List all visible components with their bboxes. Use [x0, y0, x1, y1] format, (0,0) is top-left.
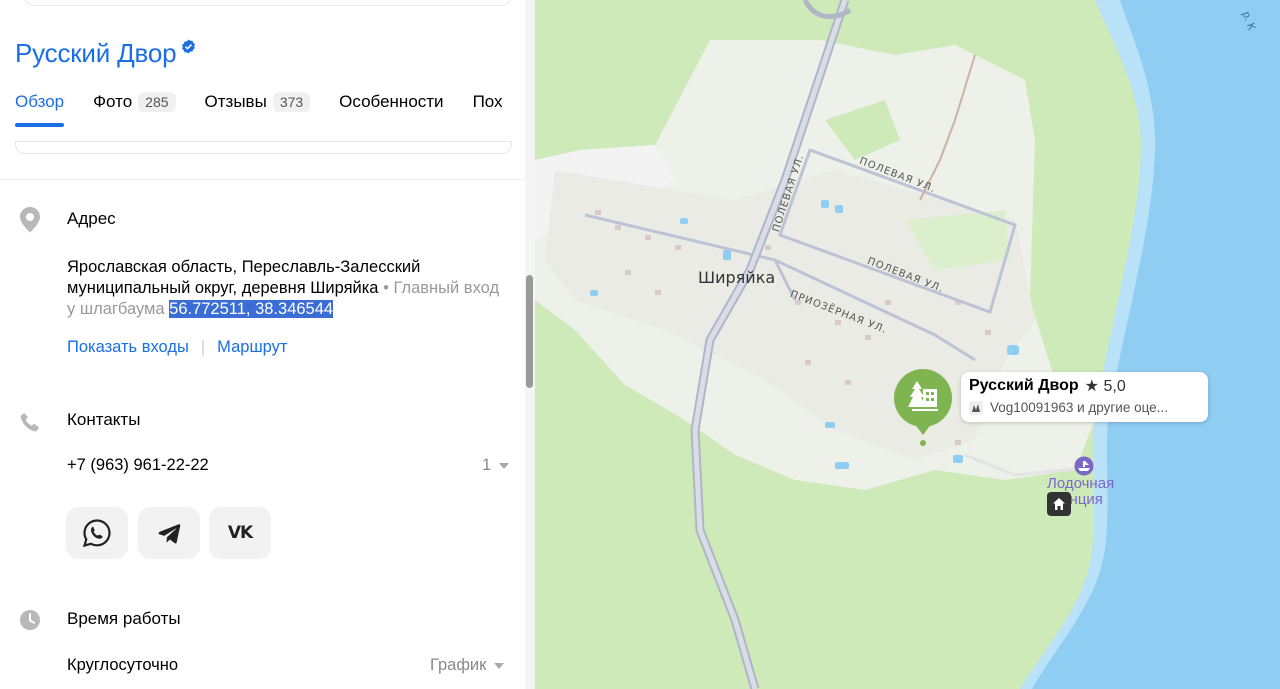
route-link[interactable]: Маршрут — [217, 338, 287, 357]
tab-label: Пох — [472, 92, 503, 111]
map-view[interactable]: Ширяйка ПОЛЕВАЯ УЛ. ПОЛЕВАЯ УЛ. ПОЛЕВАЯ … — [535, 0, 1280, 689]
whatsapp-icon — [82, 519, 111, 548]
phone-number[interactable]: +7 (963) 961-22-22 — [67, 456, 209, 475]
poi-review-text: Vog10091963 и другие оце... — [990, 400, 1168, 415]
tab-label: Обзор — [15, 92, 65, 111]
tab-reviews[interactable]: Отзывы 373 — [205, 92, 311, 132]
vk-icon: VK — [227, 523, 253, 543]
tab-label: Отзывы — [204, 92, 267, 111]
location-pin-icon — [20, 207, 40, 233]
poi-name: Русский Двор — [969, 377, 1079, 394]
village-label: Ширяйка — [698, 268, 776, 287]
title-row: Русский Двор — [15, 38, 196, 69]
chevron-down-icon — [499, 462, 510, 469]
poi-review-row: Vog10091963 и другие оце... — [969, 400, 1168, 415]
boat-station-icon[interactable] — [1074, 456, 1094, 476]
section-divider — [0, 179, 525, 180]
telegram-button[interactable] — [138, 507, 200, 559]
chevron-down-icon — [494, 662, 505, 669]
place-panel: Русский Двор Обзор Фото 285 Отзывы 373 О… — [0, 0, 535, 689]
map-canvas — [535, 0, 1280, 689]
whatsapp-button[interactable] — [66, 507, 128, 559]
coordinates[interactable]: 56.772511, 38.346544 — [169, 300, 334, 318]
phone-count: 1 — [482, 456, 492, 474]
review-avatar-icon — [969, 400, 983, 415]
tab-features[interactable]: Особенности — [339, 92, 443, 132]
tab-bar: Обзор Фото 285 Отзывы 373 Особенности По… — [15, 92, 532, 132]
schedule-dropdown[interactable]: График — [430, 656, 505, 675]
phone-count-dropdown[interactable]: 1 — [482, 456, 510, 475]
address-text: Ярославская область, Переславль-Залесски… — [67, 257, 507, 320]
poi-card[interactable]: Русский Двор ★ 5,0 Vog10091963 и другие … — [961, 372, 1208, 422]
link-divider: | — [200, 338, 206, 356]
address-heading: Адрес — [67, 209, 116, 228]
clock-icon — [20, 610, 40, 630]
tab-count-badge: 285 — [138, 92, 176, 112]
address-links: Показать входы | Маршрут — [67, 338, 287, 357]
schedule-label: График — [430, 656, 487, 674]
vk-button[interactable]: VK — [209, 507, 271, 559]
address-line: Ярославская область, Переславль-Залесски… — [67, 258, 421, 297]
top-card-edge — [24, 0, 512, 6]
address-separator: • — [378, 279, 394, 297]
phone-icon — [20, 413, 39, 432]
tab-similar[interactable]: Пох — [473, 92, 503, 132]
place-title[interactable]: Русский Двор — [15, 38, 177, 69]
verified-check-icon — [182, 39, 196, 54]
poi-pin-icon[interactable] — [892, 367, 954, 449]
poi-rating: ★ 5,0 — [1084, 378, 1126, 395]
telegram-icon — [158, 524, 181, 544]
hours-value: Круглосуточно — [67, 656, 179, 674]
contacts-heading: Контакты — [67, 410, 141, 429]
home-icon[interactable] — [1047, 492, 1071, 516]
poi-name-row: Русский Двор ★ 5,0 — [969, 376, 1126, 396]
card-bottom-edge — [15, 142, 512, 154]
tab-count-badge: 373 — [272, 92, 311, 112]
tab-photos[interactable]: Фото 285 — [93, 92, 176, 132]
tab-label: Особенности — [339, 92, 444, 111]
star-icon: ★ — [1084, 378, 1100, 395]
hours-heading: Время работы — [67, 609, 181, 628]
tab-overview[interactable]: Обзор — [15, 92, 65, 132]
tab-label: Фото — [93, 92, 133, 111]
show-entrances-link[interactable]: Показать входы — [67, 338, 189, 357]
scrollbar-thumb[interactable] — [526, 275, 533, 388]
